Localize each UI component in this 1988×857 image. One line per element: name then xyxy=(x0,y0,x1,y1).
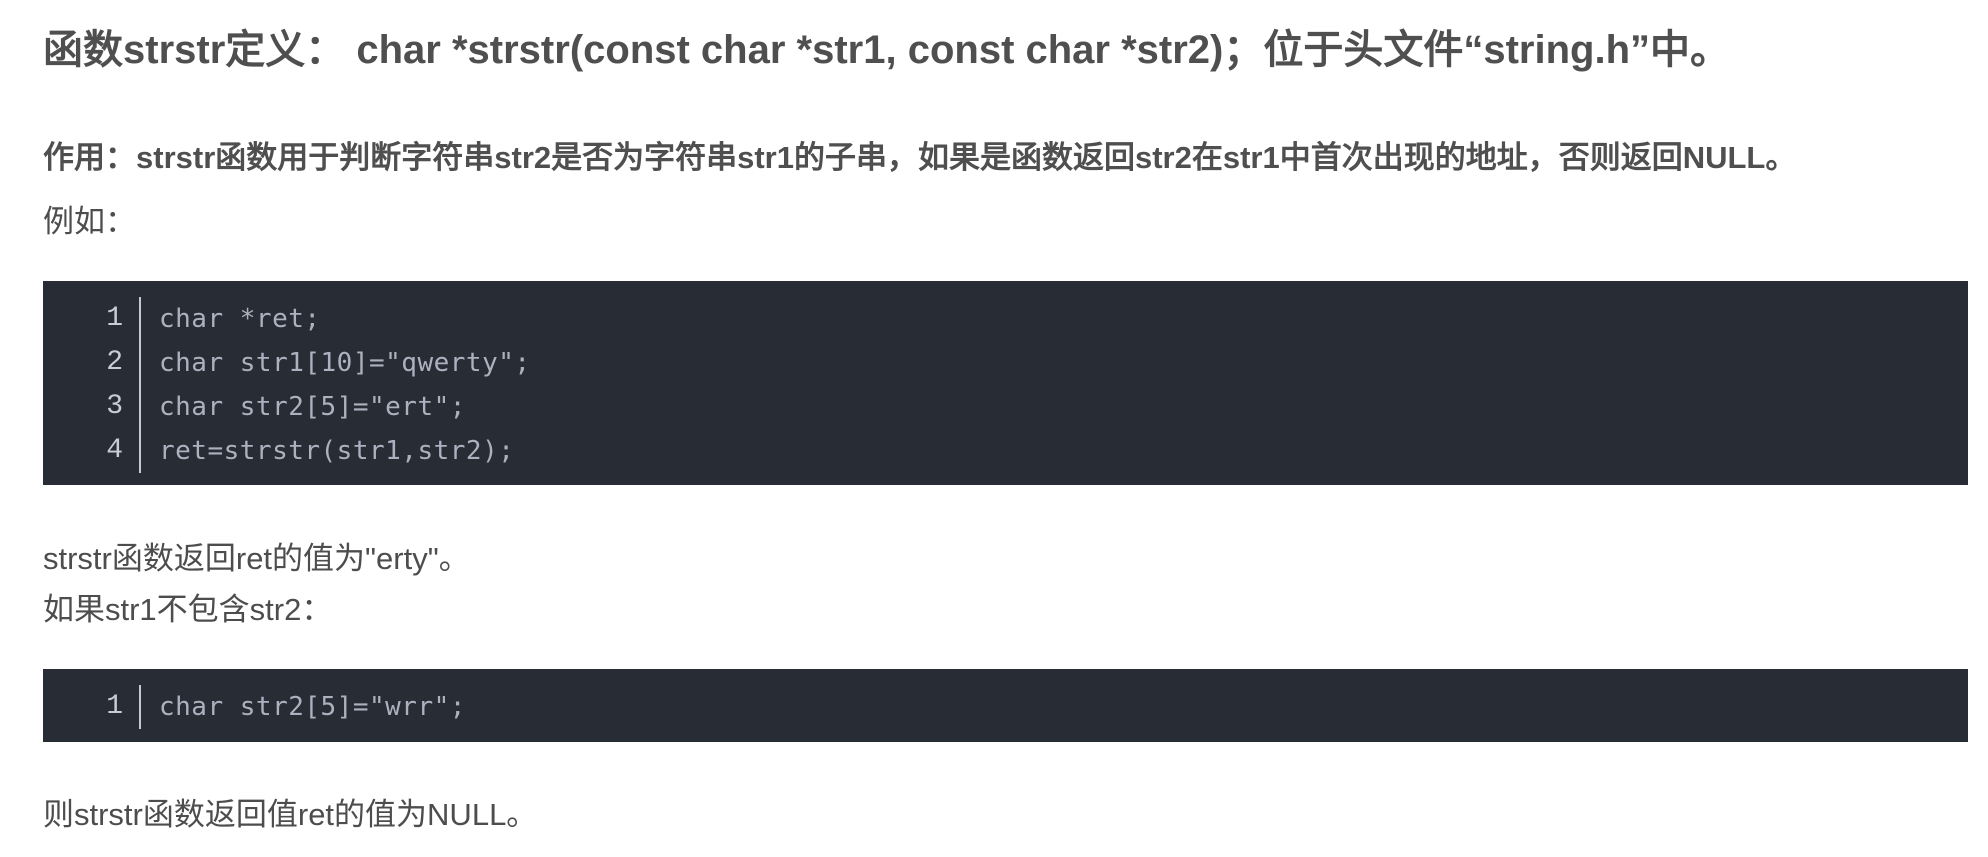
code-text: char *ret; xyxy=(159,304,321,334)
line-number: 1 xyxy=(43,297,141,341)
line-number: 1 xyxy=(43,685,141,729)
code-block-example[interactable]: 1 char *ret; 2 char str1[10]="qwerty"; 3… xyxy=(43,281,1968,485)
code-block-counterexample[interactable]: 1 char str2[5]="wrr"; xyxy=(43,669,1968,742)
line-number: 3 xyxy=(43,385,141,429)
line-number: 2 xyxy=(43,341,141,385)
code-line: 1 char *ret; xyxy=(43,297,1968,341)
null-result-paragraph: 则strstr函数返回值ret的值为NULL。 xyxy=(43,797,538,832)
code-line: 4 ret=strstr(str1,str2); xyxy=(43,429,1968,473)
purpose-paragraph: 作用：strstr函数用于判断字符串str2是否为字符串str1的子串，如果是函… xyxy=(43,140,1797,175)
code-text: char str1[10]="qwerty"; xyxy=(159,348,531,378)
line-number: 4 xyxy=(43,429,141,473)
code-line: 1 char str2[5]="wrr"; xyxy=(43,685,1968,729)
code-text: char str2[5]="ert"; xyxy=(159,392,466,422)
code-text: char str2[5]="wrr"; xyxy=(159,692,466,722)
code-line: 2 char str1[10]="qwerty"; xyxy=(43,341,1968,385)
result-paragraph: strstr函数返回ret的值为"erty"。 xyxy=(43,541,470,576)
condition-paragraph: 如果str1不包含str2： xyxy=(43,592,333,627)
page-title: 函数strstr定义： char *strstr(const char *str… xyxy=(43,28,1731,72)
example-label: 例如： xyxy=(43,204,136,239)
code-text: ret=strstr(str1,str2); xyxy=(159,436,515,466)
code-line: 3 char str2[5]="ert"; xyxy=(43,385,1968,429)
